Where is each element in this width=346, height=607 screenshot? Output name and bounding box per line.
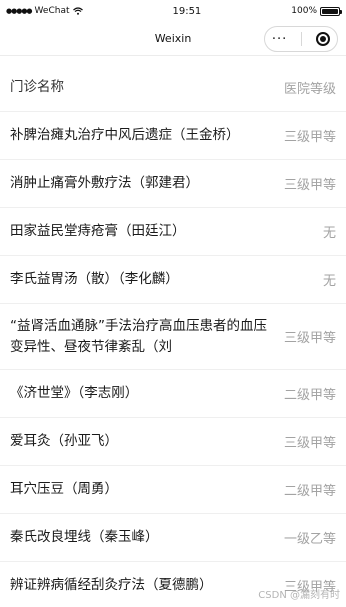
nav-bar: Weixin ··· <box>0 22 346 56</box>
carrier-label: WeChat <box>34 6 70 16</box>
clinic-name: 秦氏改良埋线（秦玉峰） <box>10 529 159 546</box>
signal-icon: ●●●●● <box>6 7 33 15</box>
hospital-level: 二级甲等 <box>283 388 336 403</box>
battery-icon <box>320 6 342 16</box>
more-icon[interactable]: ··· <box>272 33 287 46</box>
list-item[interactable]: 爱耳灸（孙亚飞） 三级甲等 <box>0 418 346 466</box>
clinic-name: 辨证辨病循经刮灸疗法（夏德鹏） <box>10 577 213 594</box>
clinic-name: 《济世堂》（李志刚） <box>10 385 139 402</box>
battery-fill <box>322 8 338 14</box>
clinic-name: 李氏益胃汤（散）（李化麟） <box>10 271 179 288</box>
hospital-level: 三级甲等 <box>283 178 336 193</box>
status-right: 100% <box>291 6 342 16</box>
list-item[interactable]: 消肿止痛膏外敷疗法（郭建君） 三级甲等 <box>0 160 346 208</box>
list-item[interactable]: “益肾活血通脉”手法治疗高血压患者的血压变异性、昼夜节律紊乱（刘 三级甲等 <box>0 304 346 370</box>
status-bar: ●●●●● WeChat 19:51 100% <box>0 0 346 22</box>
watermark: CSDN @漏刻有时 <box>258 590 340 601</box>
hospital-level: 三级甲等 <box>283 331 336 346</box>
list-item[interactable]: 秦氏改良埋线（秦玉峰） 一级乙等 <box>0 514 346 562</box>
miniprogram-capsule: ··· <box>264 26 338 52</box>
wifi-icon <box>72 7 83 15</box>
clinic-name: “益肾活血通脉”手法治疗高血压患者的血压变异性、昼夜节律紊乱（刘 <box>10 317 267 355</box>
hospital-level: 二级甲等 <box>283 484 336 499</box>
hospital-level: 无 <box>322 274 336 289</box>
list-item[interactable]: 《济世堂》（李志刚） 二级甲等 <box>0 370 346 418</box>
page-title: Weixin <box>154 32 192 45</box>
hospital-level: 三级甲等 <box>283 436 336 451</box>
list-item[interactable]: 耳穴压豆（周勇） 二级甲等 <box>0 466 346 514</box>
battery-percent: 100% <box>291 6 317 16</box>
list-item[interactable]: 田家益民堂痔疮膏（田廷江） 无 <box>0 208 346 256</box>
status-left: ●●●●● WeChat <box>6 6 83 16</box>
hospital-level: 三级甲等 <box>283 130 336 145</box>
list-header: 门诊名称 医院等级 <box>0 64 346 112</box>
list-item[interactable]: 补脾治瘫丸治疗中风后遗症（王金桥） 三级甲等 <box>0 112 346 160</box>
hospital-level: 无 <box>322 226 336 241</box>
clinic-name: 消肿止痛膏外敷疗法（郭建君） <box>10 175 199 192</box>
clinic-list: 门诊名称 医院等级 补脾治瘫丸治疗中风后遗症（王金桥） 三级甲等 消肿止痛膏外敷… <box>0 64 346 607</box>
clinic-name: 爱耳灸（孙亚飞） <box>10 433 118 450</box>
status-time: 19:51 <box>172 5 202 17</box>
clinic-name: 补脾治瘫丸治疗中风后遗症（王金桥） <box>10 127 240 144</box>
clinic-name: 耳穴压豆（周勇） <box>10 481 118 498</box>
close-target-icon[interactable] <box>316 32 331 46</box>
capsule-divider <box>301 32 303 46</box>
header-level: 医院等级 <box>283 82 336 97</box>
hospital-level: 一级乙等 <box>283 532 336 547</box>
clinic-name: 田家益民堂痔疮膏（田廷江） <box>10 223 186 240</box>
header-name: 门诊名称 <box>10 79 64 96</box>
list-item[interactable]: 李氏益胃汤（散）（李化麟） 无 <box>0 256 346 304</box>
